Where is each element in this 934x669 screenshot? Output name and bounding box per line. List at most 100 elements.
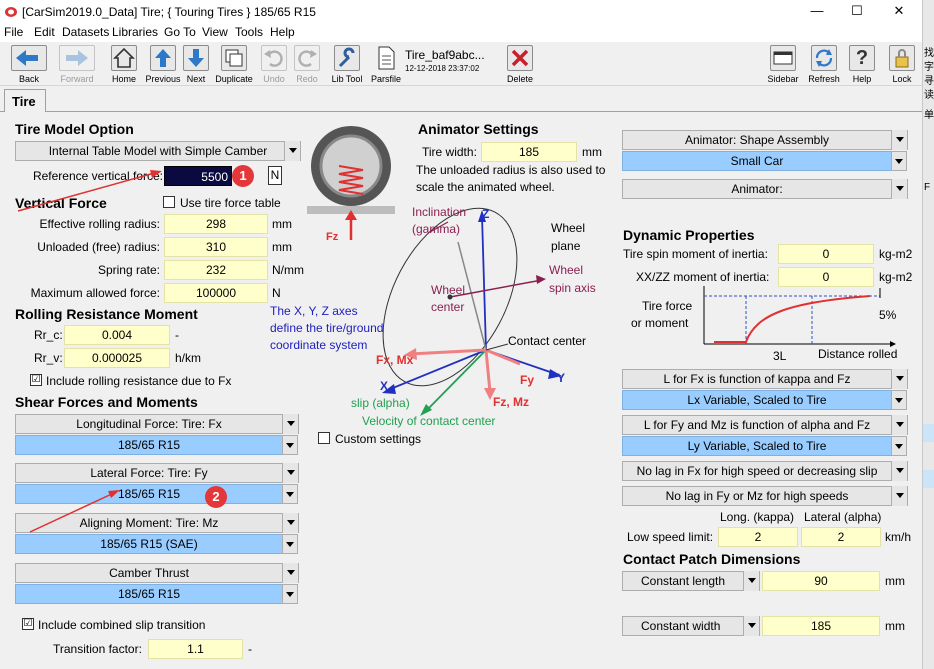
close-button[interactable]: ✕ — [888, 3, 910, 19]
include-rr-label: Include rolling resistance due to Fx — [46, 374, 232, 388]
maxforce-input[interactable]: 100000 — [164, 283, 268, 303]
forward-arrow-icon — [59, 45, 95, 71]
long-force-arrow[interactable] — [282, 414, 299, 434]
lfx-dropdown[interactable]: L for Fx is function of kappa and Fz — [622, 369, 892, 389]
shape-assembly-label: Animator: Shape Assembly — [684, 133, 830, 147]
shape-assembly-value[interactable]: Small Car — [622, 151, 907, 171]
camber-thrust-dropdown[interactable]: Camber Thrust — [15, 563, 283, 583]
long-force-dropdown[interactable]: Longitudinal Force: Tire: Fx — [15, 414, 283, 434]
camber-thrust-dataset: 185/65 R15 — [117, 587, 181, 601]
lat-force-arrow[interactable] — [282, 463, 299, 483]
trans-factor-input[interactable]: 1.1 — [148, 639, 243, 659]
sidebar-button[interactable]: Sidebar — [764, 44, 802, 84]
nolag-fx-dropdown[interactable]: No lag in Fx for high speed or decreasin… — [622, 461, 892, 481]
contact-length-input[interactable]: 90 — [762, 571, 880, 591]
animator-dropdown[interactable]: Animator: — [622, 179, 892, 199]
spin-inertia-input[interactable]: 0 — [778, 244, 874, 264]
shape-assembly-dropdown[interactable]: Animator: Shape Assembly — [622, 130, 892, 150]
contact-width-input[interactable]: 185 — [762, 616, 880, 636]
width-mode-dropdown[interactable]: Constant width — [622, 616, 760, 636]
parsfile-button[interactable]: Parsfile — [370, 44, 402, 84]
ref-force-input[interactable]: 5500 — [164, 166, 232, 186]
nolag-fx-label: No lag in Fx for high speed or decreasin… — [636, 464, 878, 478]
wrench-icon — [334, 45, 360, 71]
custom-settings-checkbox[interactable] — [318, 432, 330, 444]
spring-input[interactable]: 232 — [164, 260, 268, 280]
tire-width-input[interactable]: 185 — [481, 142, 577, 162]
include-rr-checkbox[interactable]: ☑ — [30, 374, 42, 386]
rrc-label: Rr_c: — [34, 328, 63, 342]
menu-file[interactable]: File — [4, 25, 23, 39]
eff-radius-input[interactable]: 298 — [164, 214, 268, 234]
maxforce-label: Maximum allowed force: — [30, 286, 160, 300]
length-mode-dropdown[interactable]: Constant length — [622, 571, 760, 591]
velocity-label: Velocity of contact center — [362, 414, 496, 428]
undo-button[interactable]: Undo — [260, 44, 288, 84]
menu-edit[interactable]: Edit — [34, 25, 55, 39]
wheel-plane-label-1: Wheel — [551, 221, 586, 235]
trans-factor-unit: - — [248, 642, 252, 656]
low-speed-lat-input[interactable]: 2 — [801, 527, 881, 547]
length-mode-label: Constant length — [641, 574, 726, 588]
menu-tools[interactable]: Tools — [235, 25, 263, 39]
align-moment-label: Aligning Moment: Tire: Mz — [79, 516, 219, 530]
home-button[interactable]: Home — [108, 44, 140, 84]
minimize-button[interactable]: — — [806, 3, 828, 18]
lfx-arrow[interactable] — [891, 369, 908, 389]
camber-thrust-arrow[interactable] — [282, 563, 299, 583]
delete-button[interactable]: Delete — [504, 44, 536, 84]
lfy-dropdown[interactable]: L for Fy and Mz is function of alpha and… — [622, 415, 892, 435]
tab-tire[interactable]: Tire — [4, 89, 46, 113]
maximize-button[interactable]: ☐ — [846, 3, 868, 19]
previous-button[interactable]: Previous — [145, 44, 181, 84]
nolag-fy-dropdown[interactable]: No lag in Fy or Mz for high speeds — [622, 486, 892, 506]
align-moment-dropdown[interactable]: Aligning Moment: Tire: Mz — [15, 513, 283, 533]
nolag-fx-arrow[interactable] — [891, 461, 908, 481]
long-force-value[interactable]: 185/65 R15 — [15, 435, 298, 455]
lfy-value[interactable]: Ly Variable, Scaled to Tire — [622, 436, 907, 456]
low-speed-label: Low speed limit: — [627, 530, 714, 544]
nolag-fy-arrow[interactable] — [891, 486, 908, 506]
rrc-input[interactable]: 0.004 — [64, 325, 170, 345]
rrv-input[interactable]: 0.000025 — [64, 348, 170, 368]
menu-view[interactable]: View — [202, 25, 228, 39]
align-moment-arrow[interactable] — [282, 513, 299, 533]
app-icon — [5, 7, 17, 17]
menu-datasets[interactable]: Datasets — [62, 25, 109, 39]
menu-goto[interactable]: Go To — [164, 25, 196, 39]
long-force-label: Longitudinal Force: Tire: Fx — [76, 417, 222, 431]
lib-tool-button[interactable]: Lib Tool — [328, 44, 366, 84]
duplicate-button[interactable]: Duplicate — [214, 44, 254, 84]
title-bar: [CarSim2019.0_Data] Tire; { Touring Tire… — [0, 0, 934, 24]
unloaded-input[interactable]: 310 — [164, 237, 268, 257]
lfy-arrow[interactable] — [891, 415, 908, 435]
side-highlight — [923, 424, 934, 442]
forward-button[interactable]: Forward — [56, 44, 98, 84]
shape-assembly-arrow[interactable] — [891, 130, 908, 150]
annotation-badge-1: 1 — [232, 165, 254, 187]
lat-force-dropdown[interactable]: Lateral Force: Tire: Fy — [15, 463, 283, 483]
menu-help[interactable]: Help — [270, 25, 295, 39]
lat-force-value[interactable]: 185/65 R15 — [15, 484, 298, 504]
lfx-value[interactable]: Lx Variable, Scaled to Tire — [622, 390, 907, 410]
redo-button[interactable]: Redo — [293, 44, 321, 84]
tire-model-dropdown[interactable]: Internal Table Model with Simple Camber — [15, 141, 301, 161]
lock-button[interactable]: Lock — [888, 44, 916, 84]
combined-slip-label: Include combined slip transition — [38, 618, 206, 632]
camber-thrust-value[interactable]: 185/65 R15 — [15, 584, 298, 604]
animator-arrow[interactable] — [891, 179, 908, 199]
help-button[interactable]: ? Help — [848, 44, 876, 84]
use-table-checkbox[interactable] — [163, 196, 175, 208]
back-button[interactable]: Back — [8, 44, 50, 84]
nolag-fy-label: No lag in Fy or Mz for high speeds — [665, 489, 849, 503]
menu-libraries[interactable]: Libraries — [112, 25, 158, 39]
shear-heading: Shear Forces and Moments — [15, 394, 198, 410]
axes-note-1: The X, Y, Z axes — [270, 304, 358, 318]
low-speed-long-input[interactable]: 2 — [718, 527, 798, 547]
combined-slip-checkbox[interactable]: ☑ — [22, 618, 34, 630]
up-arrow-icon — [150, 45, 176, 71]
next-button[interactable]: Next — [182, 44, 210, 84]
align-moment-value[interactable]: 185/65 R15 (SAE) — [15, 534, 298, 554]
wheel-spin-label-1: Wheel — [549, 263, 584, 277]
refresh-button[interactable]: Refresh — [808, 44, 840, 84]
